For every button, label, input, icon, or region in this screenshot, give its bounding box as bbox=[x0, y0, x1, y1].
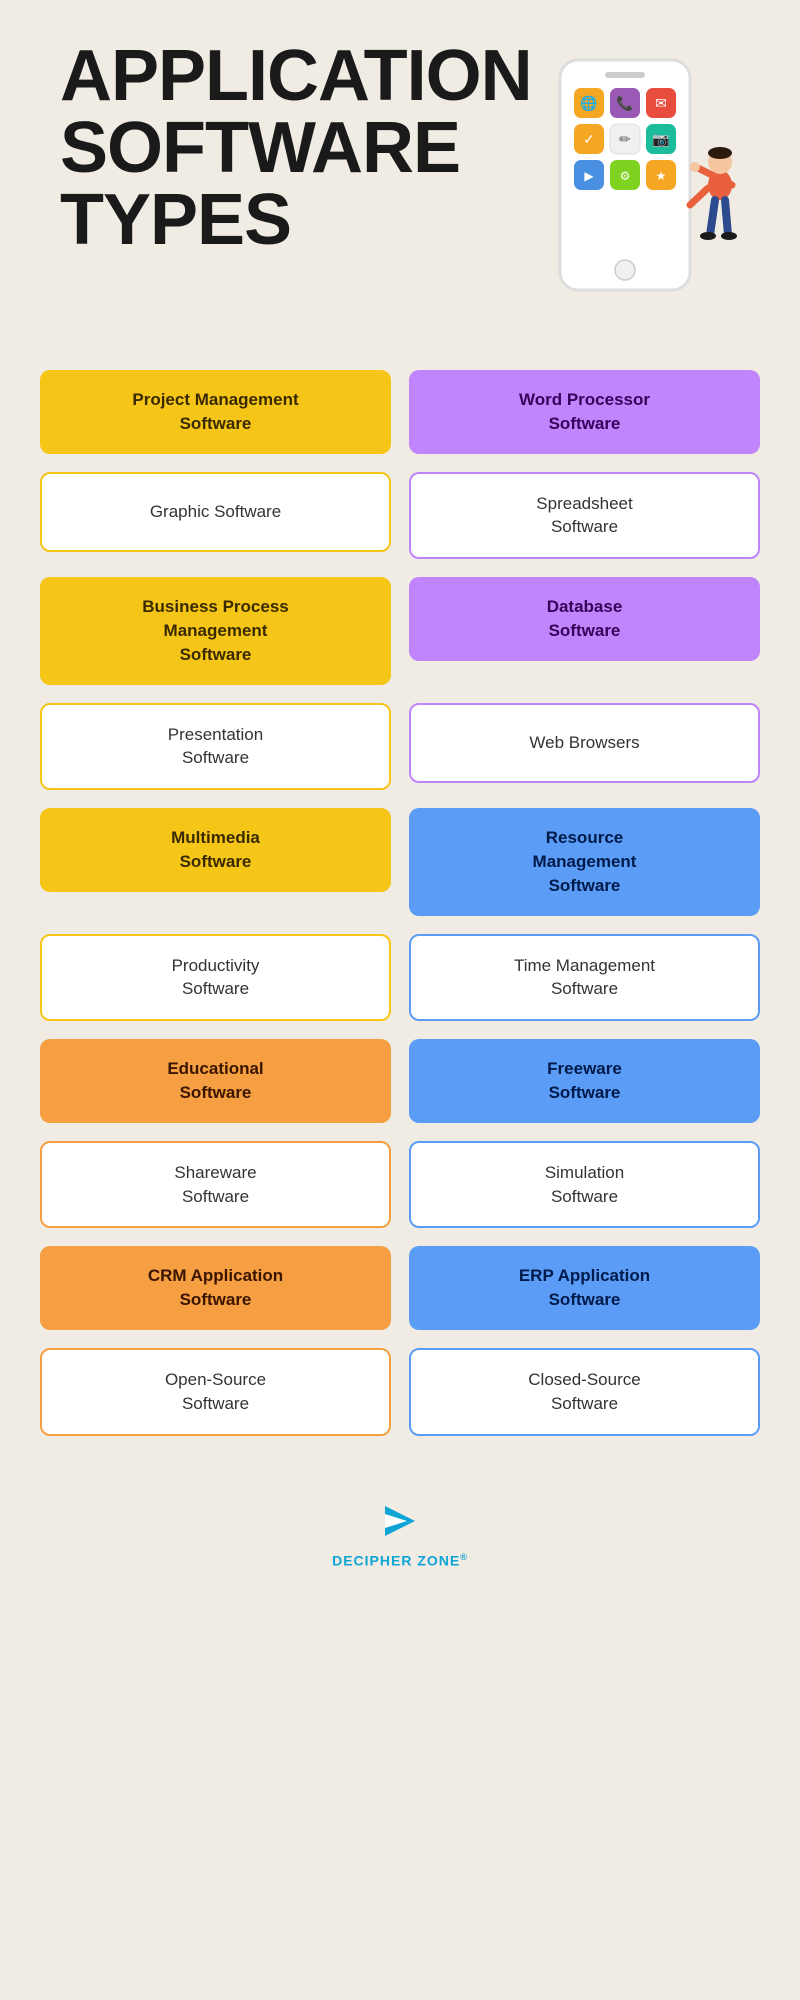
svg-text:✉: ✉ bbox=[655, 95, 667, 111]
svg-text:✏: ✏ bbox=[619, 131, 631, 147]
footer: Decipher Zone® bbox=[0, 1476, 800, 1599]
card-educational: EducationalSoftware bbox=[40, 1039, 391, 1123]
card-crm: CRM ApplicationSoftware bbox=[40, 1246, 391, 1330]
phone-illustration: 🌐 📞 ✉ ✓ ✏ 📷 ▶ ⚙ ★ bbox=[550, 50, 750, 330]
card-erp: ERP ApplicationSoftware bbox=[409, 1246, 760, 1330]
header-section: APPLICATION SOFTWARE TYPES 🌐 📞 ✉ ✓ ✏ 📷 bbox=[0, 0, 800, 350]
card-spreadsheet: SpreadsheetSoftware bbox=[409, 472, 760, 560]
card-database: DatabaseSoftware bbox=[409, 577, 760, 661]
card-simulation: SimulationSoftware bbox=[409, 1141, 760, 1229]
page-title: APPLICATION SOFTWARE TYPES bbox=[60, 40, 532, 256]
card-project-management: Project ManagementSoftware bbox=[40, 370, 391, 454]
svg-text:🌐: 🌐 bbox=[580, 95, 597, 112]
card-business-process: Business ProcessManagementSoftware bbox=[40, 577, 391, 684]
card-multimedia: MultimediaSoftware bbox=[40, 808, 391, 892]
title-block: APPLICATION SOFTWARE TYPES bbox=[60, 40, 532, 256]
card-graphic: Graphic Software bbox=[40, 472, 391, 552]
card-productivity: ProductivitySoftware bbox=[40, 934, 391, 1022]
svg-text:📷: 📷 bbox=[652, 131, 669, 148]
card-shareware: SharewareSoftware bbox=[40, 1141, 391, 1229]
card-presentation: PresentationSoftware bbox=[40, 703, 391, 791]
svg-text:📞: 📞 bbox=[616, 94, 634, 112]
decipher-zone-logo-icon bbox=[375, 1496, 425, 1546]
logo-container: Decipher Zone® bbox=[332, 1496, 468, 1569]
card-web-browsers: Web Browsers bbox=[409, 703, 760, 783]
svg-text:★: ★ bbox=[656, 169, 667, 183]
svg-text:✓: ✓ bbox=[583, 131, 595, 147]
card-freeware: FreewareSoftware bbox=[409, 1039, 760, 1123]
card-time-management: Time ManagementSoftware bbox=[409, 934, 760, 1022]
card-closed-source: Closed-SourceSoftware bbox=[409, 1348, 760, 1436]
cards-grid: Project ManagementSoftwareWord Processor… bbox=[0, 350, 800, 1476]
svg-text:▶: ▶ bbox=[584, 169, 594, 183]
svg-text:⚙: ⚙ bbox=[620, 169, 631, 183]
card-open-source: Open-SourceSoftware bbox=[40, 1348, 391, 1436]
card-resource-management: ResourceManagementSoftware bbox=[409, 808, 760, 915]
card-word-processor: Word ProcessorSoftware bbox=[409, 370, 760, 454]
brand-name: Decipher Zone® bbox=[332, 1552, 468, 1569]
